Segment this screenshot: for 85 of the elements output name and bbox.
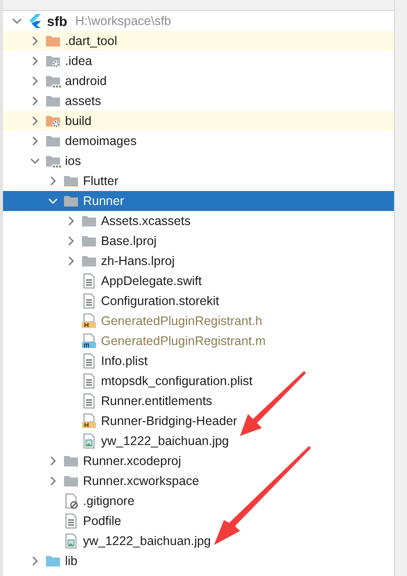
file-name: Assets.xcassets bbox=[100, 214, 191, 228]
folder-icon bbox=[45, 553, 61, 569]
file-name: ios bbox=[64, 154, 81, 168]
file-name: Info.plist bbox=[100, 354, 148, 368]
tree-row[interactable]: Flutter bbox=[3, 171, 394, 191]
file-name: demoimages bbox=[64, 134, 137, 148]
tree-row[interactable]: .idea bbox=[3, 51, 394, 71]
tree-row[interactable]: build bbox=[3, 111, 394, 131]
tree-row[interactable]: assets bbox=[3, 91, 394, 111]
folder-icon bbox=[81, 233, 97, 249]
file-icon bbox=[81, 273, 97, 289]
file-name: GeneratedPluginRegistrant.h bbox=[100, 314, 262, 328]
file-name: .idea bbox=[64, 54, 92, 68]
folder-icon bbox=[63, 453, 79, 469]
folder-icon bbox=[45, 33, 61, 49]
tree-row[interactable]: yw_1222_baichuan.jpg bbox=[3, 431, 394, 451]
file-name: assets bbox=[64, 94, 102, 108]
file-name: .gitignore bbox=[82, 494, 134, 508]
file-icon bbox=[81, 373, 97, 389]
tree-row[interactable]: Runner-Bridging-Header bbox=[3, 411, 394, 431]
tree-row[interactable]: Runner.xcworkspace bbox=[3, 471, 394, 491]
tree-row[interactable]: GeneratedPluginRegistrant.h bbox=[3, 311, 394, 331]
tree-row[interactable]: mtopsdk_configuration.plist bbox=[3, 371, 394, 391]
tree-row[interactable]: android bbox=[3, 71, 394, 91]
tree-row[interactable]: lib bbox=[3, 551, 394, 571]
file-icon bbox=[63, 513, 79, 529]
file-name: Runner.xcworkspace bbox=[82, 474, 200, 488]
tree-row[interactable]: Runner.xcodeproj bbox=[3, 451, 394, 471]
header-file-icon bbox=[81, 413, 97, 429]
tree-row[interactable]: Info.plist bbox=[3, 351, 394, 371]
folder-icon bbox=[63, 173, 79, 189]
tree-row[interactable]: Base.lproj bbox=[3, 231, 394, 251]
folder-gear-icon bbox=[45, 113, 61, 129]
file-name: Configuration.storekit bbox=[100, 294, 220, 308]
file-name: Runner-Bridging-Header bbox=[100, 414, 238, 428]
module-folder-icon bbox=[45, 73, 61, 89]
tree-row[interactable]: demoimages bbox=[3, 131, 394, 151]
tree-row[interactable]: ios bbox=[3, 151, 394, 171]
tree-row[interactable]: .dart_tool bbox=[3, 31, 394, 51]
file-name: AppDelegate.swift bbox=[100, 274, 202, 288]
file-name: Runner.entitlements bbox=[100, 394, 212, 408]
file-name: lib bbox=[64, 554, 78, 568]
file-name: Runner bbox=[82, 194, 124, 208]
image-file-icon bbox=[81, 433, 97, 449]
tree-row[interactable]: yw_1222_baichuan.jpg bbox=[3, 531, 394, 551]
folder-icon bbox=[63, 193, 79, 209]
file-name: Runner.xcodeproj bbox=[82, 454, 181, 468]
file-icon bbox=[81, 353, 97, 369]
file-name: build bbox=[64, 114, 92, 128]
tree-row[interactable]: AppDelegate.swift bbox=[3, 271, 394, 291]
tree-row[interactable]: Assets.xcassets bbox=[3, 211, 394, 231]
file-name: Base.lproj bbox=[100, 234, 157, 248]
folder-gear-icon bbox=[45, 53, 61, 69]
folder-icon bbox=[81, 253, 97, 269]
image-file-icon bbox=[63, 533, 79, 549]
tree-row[interactable]: GeneratedPluginRegistrant.m bbox=[3, 331, 394, 351]
project-path: H:\workspace\sfb bbox=[74, 14, 172, 28]
tree-row[interactable]: Runner.entitlements bbox=[3, 391, 394, 411]
tree-row[interactable]: .gitignore bbox=[3, 491, 394, 511]
file-name: yw_1222_baichuan.jpg bbox=[82, 534, 211, 548]
file-name: GeneratedPluginRegistrant.m bbox=[100, 334, 266, 348]
file-name: Flutter bbox=[82, 174, 118, 188]
ignored-file-icon bbox=[63, 493, 79, 509]
tree-row[interactable]: Runner bbox=[3, 191, 394, 211]
folder-icon bbox=[81, 213, 97, 229]
file-name: yw_1222_baichuan.jpg bbox=[100, 434, 229, 448]
file-icon bbox=[81, 293, 97, 309]
file-name: Podfile bbox=[82, 514, 122, 528]
tree-row[interactable]: Podfile bbox=[3, 511, 394, 531]
file-name: android bbox=[64, 74, 107, 88]
folder-icon bbox=[45, 93, 61, 109]
flutter-logo-icon bbox=[27, 13, 43, 29]
folder-icon bbox=[63, 473, 79, 489]
folder-icon bbox=[45, 133, 61, 149]
tree-row[interactable]: sfb H:\workspace\sfb bbox=[3, 11, 394, 31]
source-file-icon bbox=[81, 333, 97, 349]
header-file-icon bbox=[81, 313, 97, 329]
tree-row[interactable]: zh-Hans.lproj bbox=[3, 251, 394, 271]
file-name: sfb bbox=[46, 14, 68, 28]
file-name: mtopsdk_configuration.plist bbox=[100, 374, 252, 388]
module-folder-icon bbox=[45, 153, 61, 169]
tree-row[interactable]: Configuration.storekit bbox=[3, 291, 394, 311]
file-name: zh-Hans.lproj bbox=[100, 254, 175, 268]
file-name: .dart_tool bbox=[64, 34, 118, 48]
file-icon bbox=[81, 393, 97, 409]
